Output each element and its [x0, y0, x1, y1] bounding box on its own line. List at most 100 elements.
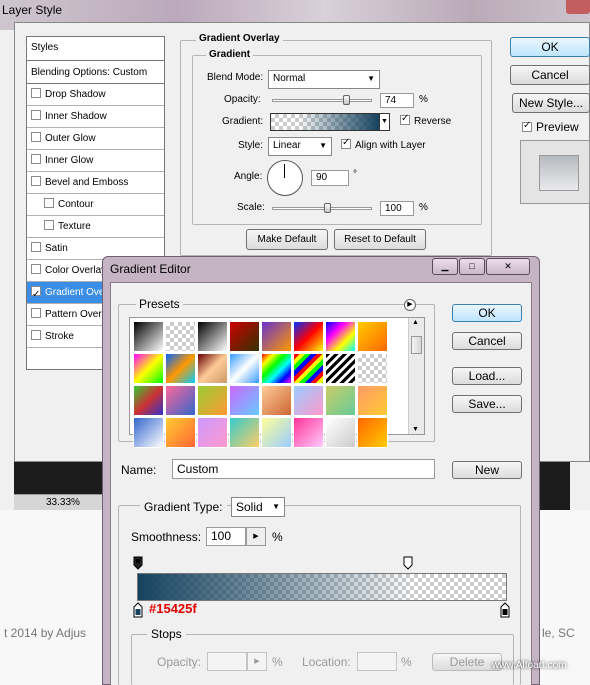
styles-header[interactable]: Styles	[27, 37, 164, 61]
minimize-icon[interactable]: ▁	[432, 258, 458, 275]
preset-swatch[interactable]	[165, 321, 196, 352]
style-checkbox[interactable]	[31, 110, 41, 121]
stop-location-input[interactable]	[357, 652, 397, 671]
style-checkbox[interactable]	[44, 198, 54, 209]
style-checkbox[interactable]	[44, 220, 54, 231]
window-close-corner[interactable]	[566, 0, 590, 14]
color-stop-right[interactable]	[500, 602, 510, 618]
blend-mode-select[interactable]: Normal ▼	[268, 70, 380, 89]
style-checkbox[interactable]	[31, 154, 41, 165]
new-style-button[interactable]: New Style...	[512, 93, 590, 113]
style-checkbox[interactable]	[31, 132, 41, 143]
smoothness-dropdown-icon[interactable]: ▶	[246, 527, 266, 546]
preset-swatch[interactable]	[325, 321, 356, 352]
ge-cancel-button[interactable]: Cancel	[452, 332, 522, 350]
opacity-slider-track[interactable]	[272, 99, 372, 102]
style-select[interactable]: Linear ▼	[268, 137, 332, 156]
angle-dial[interactable]	[267, 160, 303, 196]
style-checkbox[interactable]	[31, 242, 41, 253]
preset-swatch[interactable]	[261, 353, 292, 384]
preset-swatch[interactable]	[357, 385, 388, 416]
preset-swatch[interactable]	[197, 385, 228, 416]
style-item-outer-glow[interactable]: Outer Glow	[27, 128, 164, 150]
make-default-button[interactable]: Make Default	[246, 229, 328, 250]
gradient-bar[interactable]	[137, 573, 507, 601]
preset-swatch[interactable]	[357, 353, 388, 384]
preset-swatch[interactable]	[293, 385, 324, 416]
name-input[interactable]: Custom	[172, 459, 435, 479]
preset-swatch[interactable]	[229, 353, 260, 384]
presets-menu-icon[interactable]: ▶	[404, 299, 416, 311]
reset-default-button[interactable]: Reset to Default	[334, 229, 426, 250]
preset-swatch[interactable]	[261, 417, 292, 448]
align-checkbox[interactable]	[341, 137, 351, 150]
preset-swatch[interactable]	[229, 417, 260, 448]
preset-swatch[interactable]	[229, 385, 260, 416]
style-item-texture[interactable]: Texture	[27, 216, 164, 238]
style-item-inner-glow[interactable]: Inner Glow	[27, 150, 164, 172]
ge-new-button[interactable]: New	[452, 461, 522, 479]
angle-input[interactable]: 90	[311, 170, 349, 186]
gradient-dropdown-icon[interactable]: ▼	[379, 113, 390, 131]
preset-swatch[interactable]	[165, 385, 196, 416]
align-checkbox-wrap[interactable]: Align with Layer	[341, 137, 426, 151]
preset-swatch[interactable]	[165, 417, 196, 448]
style-item-drop-shadow[interactable]: Drop Shadow	[27, 84, 164, 106]
reverse-checkbox[interactable]	[400, 113, 410, 126]
scale-slider-thumb[interactable]	[324, 203, 331, 213]
maximize-icon[interactable]: □	[459, 258, 485, 275]
scale-input[interactable]: 100	[380, 201, 414, 216]
style-checkbox[interactable]	[31, 330, 41, 341]
preset-swatch[interactable]	[293, 353, 324, 384]
reverse-checkbox-wrap[interactable]: Reverse	[400, 113, 451, 127]
preset-swatch[interactable]	[197, 417, 228, 448]
style-checkbox[interactable]	[31, 308, 41, 319]
ge-save-button[interactable]: Save...	[452, 395, 522, 413]
close-icon[interactable]: ✕	[486, 258, 530, 275]
ok-button[interactable]: OK	[510, 37, 590, 57]
color-stop-left[interactable]	[133, 602, 143, 618]
preset-swatch[interactable]	[133, 385, 164, 416]
preset-swatch[interactable]	[325, 353, 356, 384]
stop-opacity-input[interactable]	[207, 652, 247, 671]
preset-swatch[interactable]	[293, 321, 324, 352]
style-item-bevel-and-emboss[interactable]: Bevel and Emboss	[27, 172, 164, 194]
preset-swatch[interactable]	[357, 321, 388, 352]
opacity-slider-thumb[interactable]	[343, 95, 350, 105]
preview-checkbox-wrap[interactable]: Preview	[522, 120, 579, 134]
gradient-picker[interactable]	[270, 113, 380, 131]
preset-swatch[interactable]	[325, 385, 356, 416]
scroll-down-icon[interactable]: ▼	[412, 426, 419, 433]
style-item-contour[interactable]: Contour	[27, 194, 164, 216]
preview-checkbox[interactable]	[522, 120, 532, 132]
preset-swatch[interactable]	[325, 417, 356, 448]
scroll-thumb[interactable]	[411, 336, 422, 354]
preset-swatch[interactable]	[197, 353, 228, 384]
preset-swatch[interactable]	[133, 321, 164, 352]
preset-swatch[interactable]	[261, 385, 292, 416]
gradient-type-select[interactable]: Solid ▼	[231, 497, 285, 517]
scale-slider-track[interactable]	[272, 207, 372, 210]
stop-opacity-dropdown-icon[interactable]: ▶	[247, 652, 267, 671]
preset-swatch[interactable]	[261, 321, 292, 352]
blending-options-item[interactable]: Blending Options: Custom	[27, 62, 164, 84]
preset-swatch[interactable]	[357, 417, 388, 448]
preset-swatch[interactable]	[165, 353, 196, 384]
style-checkbox[interactable]	[31, 284, 41, 303]
presets-scrollbar[interactable]: ▲ ▼	[408, 318, 424, 434]
cancel-button[interactable]: Cancel	[510, 65, 590, 85]
opacity-input[interactable]: 74	[380, 93, 414, 108]
style-item-inner-shadow[interactable]: Inner Shadow	[27, 106, 164, 128]
style-checkbox[interactable]	[31, 88, 41, 99]
scroll-up-icon[interactable]: ▲	[412, 319, 419, 326]
preset-swatch[interactable]	[133, 353, 164, 384]
preset-swatch[interactable]	[133, 417, 164, 448]
preset-swatch[interactable]	[293, 417, 324, 448]
opacity-stop-right[interactable]	[403, 556, 413, 570]
ge-ok-button[interactable]: OK	[452, 304, 522, 322]
opacity-stop-left[interactable]	[133, 556, 143, 570]
style-checkbox[interactable]	[31, 176, 41, 187]
preset-swatch[interactable]	[197, 321, 228, 352]
preset-swatch[interactable]	[229, 321, 260, 352]
smoothness-input[interactable]: 100	[206, 527, 246, 546]
